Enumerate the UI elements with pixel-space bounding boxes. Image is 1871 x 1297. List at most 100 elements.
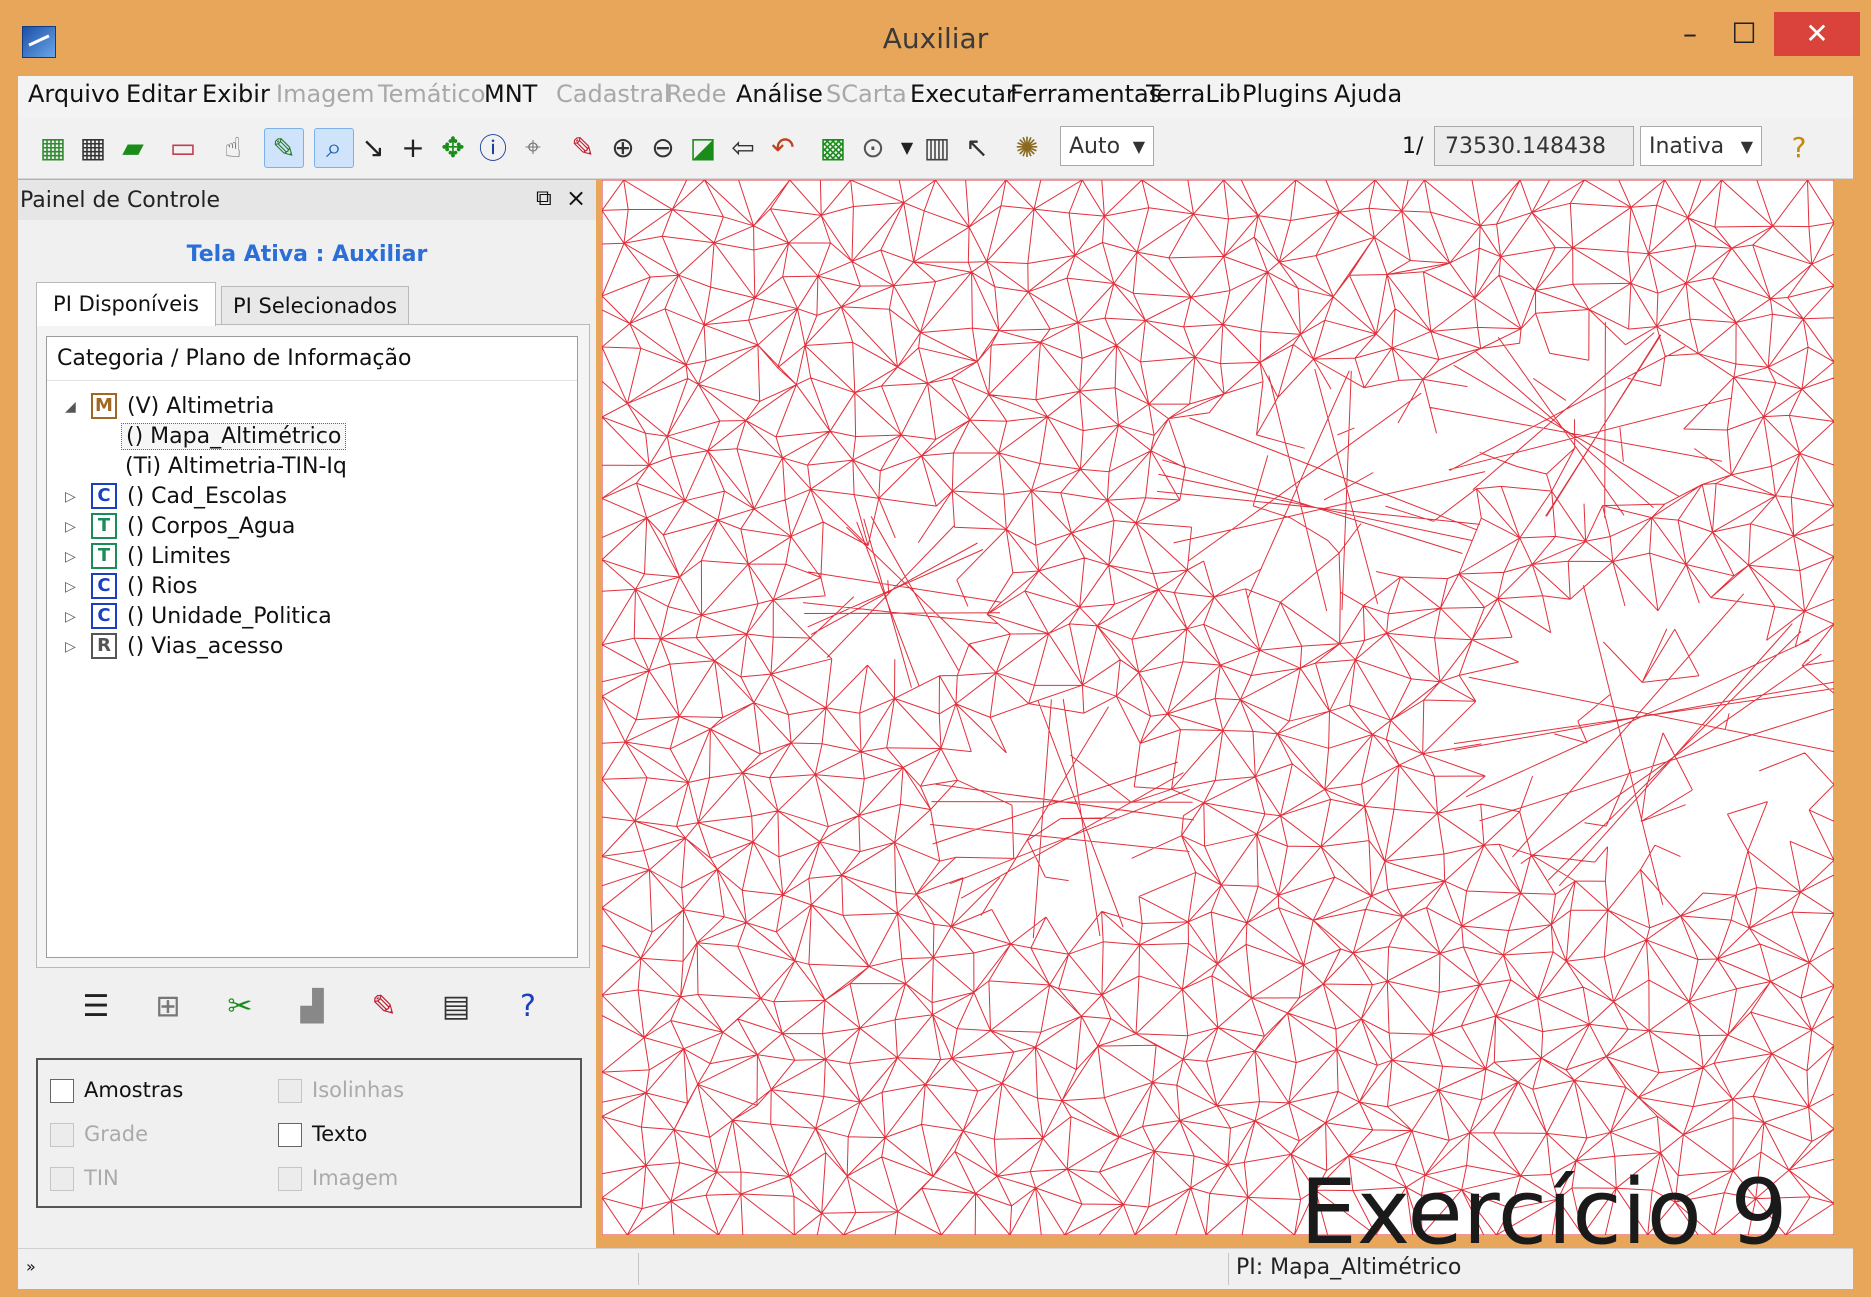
tin-edges: [602, 180, 1834, 1235]
close-button[interactable]: ✕: [1774, 12, 1860, 56]
menu-ferramentas[interactable]: Ferramentas: [1010, 80, 1161, 108]
edit-vertex-icon[interactable]: ↘: [354, 128, 392, 166]
display-options: Amostras Isolinhas Grade Texto TIN Image…: [36, 1058, 582, 1208]
grid-icon[interactable]: ▦: [74, 128, 112, 166]
tree-node-label: () Vias_acesso: [127, 634, 284, 659]
checkbox-imagem[interactable]: Imagem: [278, 1166, 398, 1191]
control-panel: Painel de Controle ⧉ × Tela Ativa : Auxi…: [18, 180, 596, 1252]
checkbox-amostras[interactable]: Amostras: [50, 1078, 183, 1103]
expand-icon[interactable]: ▷: [65, 601, 76, 633]
map-canvas[interactable]: [602, 180, 1834, 1235]
menu-cadastral[interactable]: Cadastral: [556, 80, 671, 108]
edit-tools-icon[interactable]: ✂: [218, 984, 262, 1028]
select-arrow-icon[interactable]: ↖: [958, 128, 996, 166]
hand-pointer-icon[interactable]: ☝: [214, 128, 252, 166]
panel-header: Painel de Controle ⧉ ×: [18, 180, 596, 220]
layers-icon[interactable]: ▩: [814, 128, 852, 166]
undo-icon[interactable]: ↶: [764, 128, 802, 166]
palette-icon[interactable]: ✺: [1008, 128, 1046, 166]
minimize-button[interactable]: –: [1668, 12, 1712, 56]
menu-plugins[interactable]: Plugins: [1242, 80, 1328, 108]
menu-imagem[interactable]: Imagem: [276, 80, 375, 108]
tree-header: Categoria / Plano de Informação: [47, 337, 577, 381]
maximize-button[interactable]: ☐: [1722, 12, 1766, 56]
tab-pi-disponiveis[interactable]: PI Disponíveis: [36, 282, 216, 326]
checkbox-grade[interactable]: Grade: [50, 1122, 148, 1147]
tree-node-altimetria-tin[interactable]: (Ti) Altimetria-TIN-Iq: [125, 451, 347, 483]
add-point-icon[interactable]: +: [394, 128, 432, 166]
checkbox-isolinhas[interactable]: Isolinhas: [278, 1078, 404, 1103]
zoom-level-icon[interactable]: ⊙: [854, 128, 892, 166]
float-icon[interactable]: ⧉: [536, 186, 552, 211]
frame-icon[interactable]: ▥: [918, 128, 956, 166]
expand-icon[interactable]: ▷: [65, 511, 76, 543]
layer-tree: Categoria / Plano de Informação ◢ M (V) …: [46, 336, 578, 958]
tree-node-label: () Unidade_Politica: [127, 604, 332, 629]
status-arrow-icon[interactable]: »: [26, 1257, 36, 1276]
menu-analise[interactable]: Análise: [736, 80, 823, 108]
tree-node-label: () Corpos_Agua: [127, 514, 296, 539]
pencil-icon[interactable]: ✎: [362, 984, 406, 1028]
expand-icon[interactable]: ▷: [65, 571, 76, 603]
zoom-layer-icon[interactable]: ⊞: [146, 984, 190, 1028]
tree-node-altimetria[interactable]: ◢ M (V) Altimetria: [47, 391, 567, 423]
expand-icon[interactable]: ▷: [65, 481, 76, 513]
menu-rede[interactable]: Rede: [666, 80, 726, 108]
menu-arquivo[interactable]: Arquivo: [28, 80, 120, 108]
pencil-icon[interactable]: ✎: [564, 128, 602, 166]
pointer-icon[interactable]: ⌕: [314, 128, 354, 168]
display-mode-select[interactable]: Auto ▼: [1060, 126, 1154, 166]
help-icon[interactable]: ?: [506, 984, 550, 1028]
screen-icon[interactable]: ▭: [164, 128, 202, 166]
zoom-in-icon[interactable]: ⊕: [604, 128, 642, 166]
tree-node-label: () Cad_Escolas: [127, 484, 287, 509]
tree-node-label: (Ti) Altimetria-TIN-Iq: [125, 454, 347, 479]
menu-terralib[interactable]: TerraLib: [1146, 80, 1241, 108]
window-title: Auxiliar: [882, 22, 989, 55]
display-mode-value: Auto: [1069, 134, 1121, 159]
zoom-out-icon[interactable]: ⊖: [644, 128, 682, 166]
collapse-icon[interactable]: ◢: [65, 391, 76, 423]
expand-icon[interactable]: ▷: [65, 541, 76, 573]
category-c-icon: C: [91, 603, 117, 629]
scale-input[interactable]: 73530.148438: [1434, 126, 1634, 166]
zoom-area-icon[interactable]: ◪: [684, 128, 722, 166]
tree-node-corpos-agua[interactable]: ▷ T () Corpos_Agua: [47, 511, 567, 543]
title-bar[interactable]: Auxiliar – ☐ ✕: [0, 0, 1871, 84]
info-icon[interactable]: ⓘ: [474, 128, 512, 166]
active-screen-label: Tela Ativa : Auxiliar: [186, 242, 428, 267]
expand-icon[interactable]: ▷: [65, 631, 76, 663]
tree-node-mapa-altimetrico[interactable]: () Mapa_Altimétrico: [121, 421, 347, 453]
table-icon[interactable]: ▤: [434, 984, 478, 1028]
list-icon[interactable]: ☰: [74, 984, 118, 1028]
tree-node-limites[interactable]: ▷ T () Limites: [47, 541, 567, 573]
query-icon[interactable]: ⌖: [514, 128, 552, 166]
menu-ajuda[interactable]: Ajuda: [1334, 80, 1402, 108]
menu-tematico[interactable]: Temático: [378, 80, 485, 108]
database-icon[interactable]: ▦: [34, 128, 72, 166]
tree-node-cad-escolas[interactable]: ▷ C () Cad_Escolas: [47, 481, 567, 513]
checkbox-label: Texto: [312, 1122, 368, 1146]
checkbox-texto[interactable]: Texto: [278, 1122, 367, 1147]
chart-icon[interactable]: ▟: [290, 984, 334, 1028]
menu-scarta[interactable]: SCarta: [826, 80, 907, 108]
draw-icon[interactable]: ✎: [264, 128, 304, 168]
tree-node-rios[interactable]: ▷ C () Rios: [47, 571, 567, 603]
tree-node-unidade-politica[interactable]: ▷ C () Unidade_Politica: [47, 601, 567, 633]
tree-node-vias-acesso[interactable]: ▷ R () Vias_acesso: [47, 631, 567, 663]
pan-icon[interactable]: ✥: [434, 128, 472, 166]
plane-icon[interactable]: ▰: [114, 128, 152, 166]
back-icon[interactable]: ⇦: [724, 128, 762, 166]
close-icon[interactable]: ×: [566, 184, 586, 212]
tab-pi-selecionados[interactable]: PI Selecionados: [221, 286, 409, 324]
state-select[interactable]: Inativa ▼: [1640, 126, 1762, 166]
menu-exibir[interactable]: Exibir: [202, 80, 270, 108]
checkbox-box: [278, 1079, 302, 1103]
menu-editar[interactable]: Editar: [126, 80, 197, 108]
menu-mnt[interactable]: MNT: [484, 80, 537, 108]
chevron-down-icon: ▼: [1740, 137, 1753, 156]
help-icon[interactable]: ?: [1780, 128, 1818, 166]
checkbox-box: [50, 1167, 74, 1191]
menu-executar[interactable]: Executar: [910, 80, 1016, 108]
checkbox-tin[interactable]: TIN: [50, 1166, 119, 1191]
